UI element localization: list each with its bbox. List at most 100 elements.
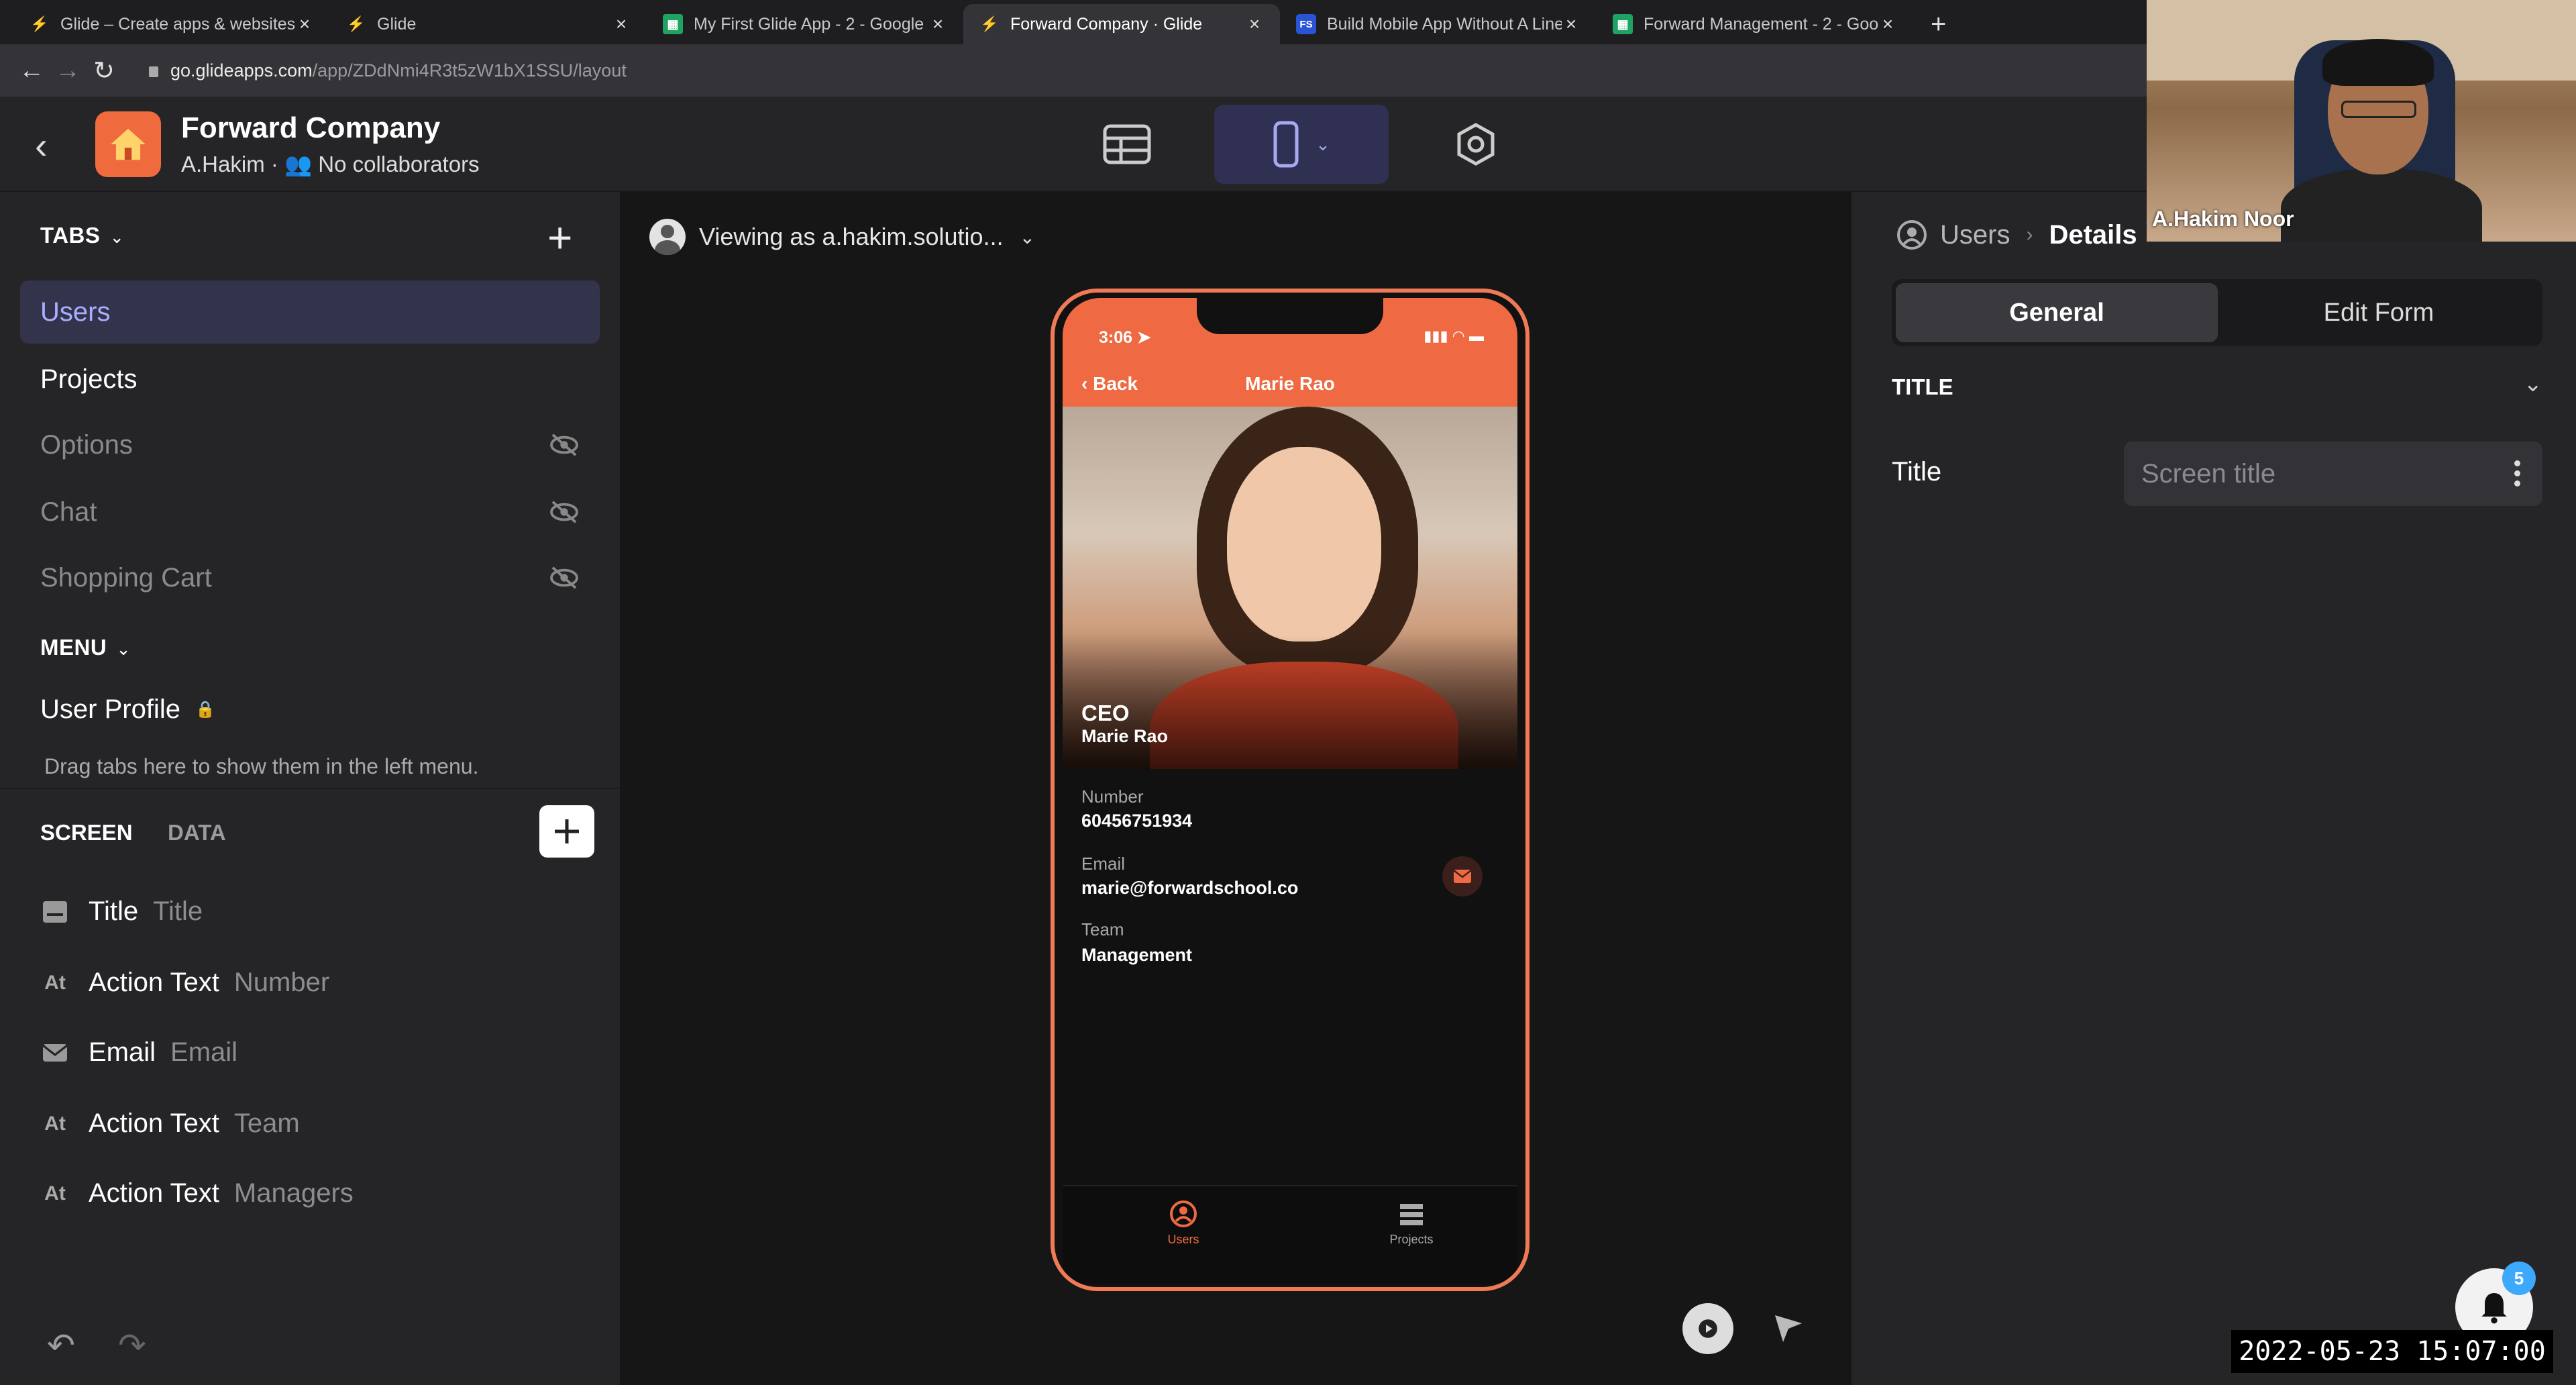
browser-tab-title: Glide – Create apps & websites w <box>60 14 295 34</box>
data-editor-button[interactable] <box>1067 105 1187 184</box>
webcam-name-label: A.Hakim Noor <box>2152 207 2294 231</box>
viewing-as-selector[interactable]: Viewing as a.hakim.solutio... ⌄ <box>649 219 1035 255</box>
title-section-header[interactable]: TITLE <box>1892 374 1953 400</box>
component-row-managers[interactable]: At Action Text Managers <box>40 1178 354 1209</box>
field-value-number[interactable]: 60456751934 <box>1081 811 1192 831</box>
app-logo[interactable] <box>95 111 161 177</box>
field-label: Email <box>1081 854 1126 874</box>
menu-item-label: User Profile <box>40 694 180 724</box>
photo-gradient <box>1063 635 1517 769</box>
status-icons: ▮▮▮ ◠ ▬ <box>1424 327 1484 344</box>
tab-options[interactable]: Options <box>20 413 600 476</box>
webcam-hair <box>2322 39 2434 86</box>
eye-off-icon[interactable] <box>549 499 580 525</box>
more-options-icon[interactable] <box>2514 460 2521 490</box>
action-text-icon: At <box>44 971 66 994</box>
back-arrow-icon[interactable]: ← <box>13 56 50 85</box>
component-row-number[interactable]: At Action Text Number <box>40 968 329 998</box>
chevron-down-icon[interactable]: ⌄ <box>1316 134 1330 155</box>
forward-arrow-icon[interactable]: → <box>50 56 86 85</box>
chevron-down-icon: ⌄ <box>1019 226 1036 248</box>
close-tab-icon[interactable]: × <box>928 13 947 35</box>
phone-preview[interactable]: 3:06 ➤ ▮▮▮ ◠ ▬ Marie Rao ‹ Back CEO Mari… <box>1051 289 1529 1291</box>
component-row-team[interactable]: At Action Text Team <box>40 1109 300 1139</box>
tab-edit-form[interactable]: Edit Form <box>2218 283 2540 342</box>
tab-general[interactable]: General <box>1896 283 2218 342</box>
app-header: ‹ Forward Company A.Hakim · 👥 No collabo… <box>0 97 2147 192</box>
send-email-button[interactable] <box>1442 856 1483 896</box>
table-icon <box>1103 124 1151 164</box>
close-tab-icon[interactable]: × <box>295 13 314 35</box>
phone-back-button[interactable]: ‹ Back <box>1081 373 1138 395</box>
tab-data[interactable]: DATA <box>168 820 226 845</box>
glide-icon: ⚡ <box>980 15 999 32</box>
sheets-icon: ▦ <box>663 14 683 34</box>
close-tab-icon[interactable]: × <box>1245 13 1264 35</box>
tab-users[interactable]: Users <box>20 280 600 344</box>
title-icon <box>40 897 70 927</box>
redo-icon[interactable]: ↷ <box>118 1326 146 1365</box>
eye-off-icon[interactable] <box>549 432 580 458</box>
menu-section-header[interactable]: MENU ⌄ <box>40 635 131 660</box>
phone-tab-users[interactable]: Users <box>1143 1198 1224 1247</box>
new-tab-button[interactable]: + <box>1913 4 1964 44</box>
component-type: Title <box>89 896 139 926</box>
component-row-email[interactable]: Email Email <box>40 1037 237 1068</box>
users-tab-icon <box>1170 1200 1197 1227</box>
users-icon <box>1897 220 1927 250</box>
browser-tab-title: My First Glide App - 2 - Google S <box>694 14 928 34</box>
screen-title-input[interactable]: Screen title <box>2124 442 2542 506</box>
webcam-glasses <box>2341 101 2416 118</box>
action-text-icon: At <box>44 1182 66 1204</box>
close-tab-icon[interactable]: × <box>1562 13 1580 35</box>
tab-screen[interactable]: SCREEN <box>40 820 133 845</box>
field-value-team[interactable]: Management <box>1081 945 1192 966</box>
glide-icon: ⚡ <box>30 15 49 32</box>
component-type: Action Text <box>89 1178 219 1208</box>
pointer-icon <box>1775 1315 1802 1342</box>
chevron-down-icon[interactable]: ⌄ <box>2524 370 2543 397</box>
layout-editor-button[interactable]: ⌄ <box>1214 105 1389 184</box>
chevron-down-icon: ⌄ <box>116 639 131 659</box>
location-arrow-icon: ➤ <box>1137 328 1151 347</box>
field-value-email[interactable]: marie@forwardschool.co <box>1081 878 1298 899</box>
tabs-section-title: TABS <box>40 223 101 248</box>
app-owner-line: A.Hakim · 👥 No collaborators <box>181 152 480 176</box>
component-type: Email <box>89 1037 156 1067</box>
play-button[interactable] <box>1682 1303 1733 1354</box>
tab-chat[interactable]: Chat <box>20 480 600 544</box>
glide-icon: ⚡ <box>347 15 366 32</box>
browser-tab[interactable]: ⚡ Glide – Create apps & websites w × <box>13 4 330 44</box>
add-tab-button[interactable]: + <box>547 216 572 259</box>
tab-label: Options <box>40 429 133 460</box>
breadcrumb-parent[interactable]: Users <box>1940 220 2010 250</box>
browser-tab[interactable]: FS Build Mobile App Without A Line × <box>1280 4 1597 44</box>
close-tab-icon[interactable]: × <box>612 13 631 35</box>
close-tab-icon[interactable]: × <box>1878 13 1897 35</box>
webcam-shirt <box>2281 168 2482 242</box>
browser-tab[interactable]: ▦ Forward Management - 2 - Goog × <box>1597 4 1913 44</box>
browser-tab[interactable]: ▦ My First Glide App - 2 - Google S × <box>647 4 963 44</box>
cursor-button[interactable] <box>1770 1310 1807 1351</box>
field-label: Number <box>1081 786 1144 807</box>
browser-tab-active[interactable]: ⚡ Forward Company · Glide × <box>963 4 1280 44</box>
component-row-title[interactable]: Title Title <box>40 896 203 927</box>
collaborators-text[interactable]: No collaborators <box>318 152 479 176</box>
url-field[interactable]: go.glideapps.com/app/ZDdNmi4R3t5zW1bX1SS… <box>149 60 627 81</box>
undo-icon[interactable]: ↶ <box>47 1326 75 1365</box>
phone-tab-projects[interactable]: Projects <box>1371 1198 1452 1247</box>
divider <box>0 788 620 789</box>
tabs-section-header[interactable]: TABS ⌄ <box>40 223 125 248</box>
back-chevron-icon[interactable]: ‹ <box>35 123 48 167</box>
chevron-down-icon: ⌄ <box>109 227 125 247</box>
tab-projects[interactable]: Projects <box>20 348 600 411</box>
browser-tab[interactable]: ⚡ Glide × <box>330 4 647 44</box>
tab-shopping-cart[interactable]: Shopping Cart <box>20 546 600 609</box>
menu-item-user-profile[interactable]: User Profile 🔒 <box>20 678 600 741</box>
email-icon <box>40 1038 70 1068</box>
tab-label: Users <box>40 297 111 327</box>
add-component-button[interactable] <box>539 805 594 858</box>
settings-button[interactable] <box>1415 105 1536 184</box>
reload-icon[interactable]: ↻ <box>86 56 122 86</box>
eye-off-icon[interactable] <box>549 565 580 591</box>
